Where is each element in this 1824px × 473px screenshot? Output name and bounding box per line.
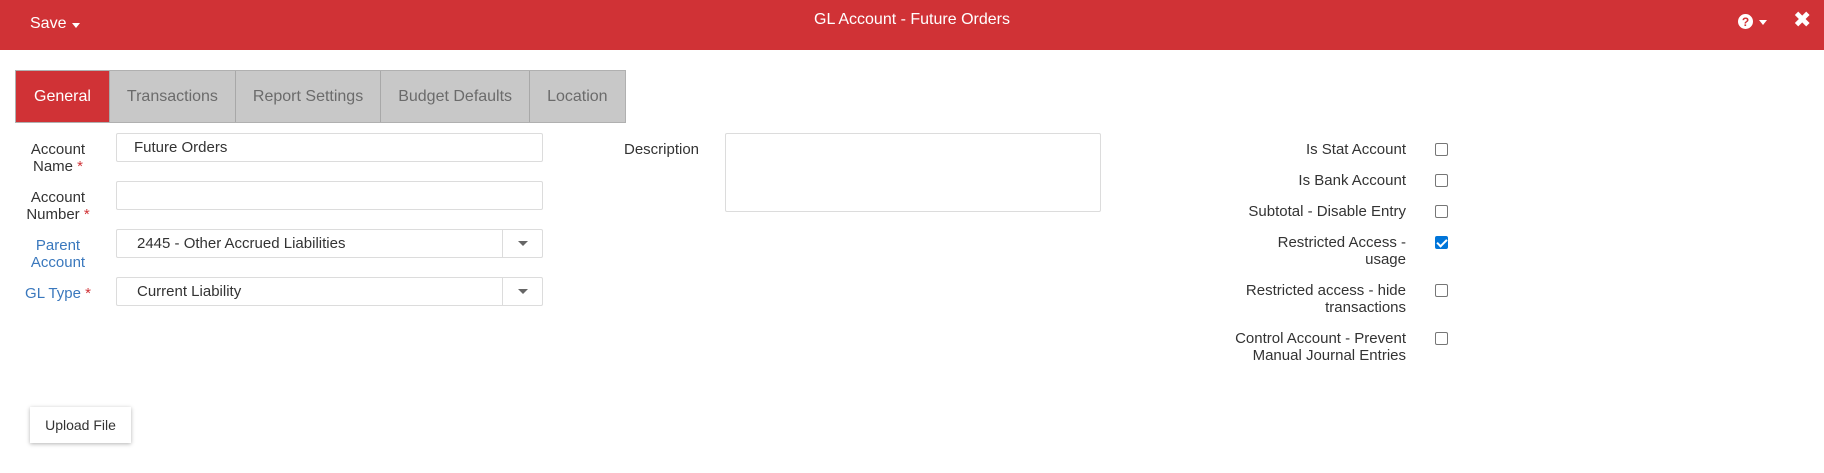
tab-transactions[interactable]: Transactions [109, 71, 236, 122]
parent-account-value: 2445 - Other Accrued Liabilities [137, 235, 346, 252]
checkbox-label-line1: Is Bank Account [1298, 172, 1406, 189]
parent-account-label[interactable]: Parent Account [20, 237, 96, 271]
account-number-input[interactable] [116, 181, 543, 210]
required-mark: * [77, 158, 84, 175]
is-stat-account-label: Is Stat Account [1306, 141, 1406, 158]
control-account-label: Control Account - Prevent Manual Journal… [1235, 330, 1406, 364]
gl-type-value: Current Liability [137, 283, 242, 300]
checkbox-label-line1: Restricted access - hide [1245, 282, 1406, 299]
checkbox-label-line1: Subtotal - Disable Entry [1248, 203, 1406, 220]
checkbox-label-line2: usage [1365, 251, 1406, 268]
checkbox-label-line2: Manual Journal Entries [1252, 347, 1406, 364]
required-mark: * [85, 285, 91, 302]
window-title: GL Account - Future Orders [814, 11, 1010, 28]
help-menu-button[interactable]: ? [1738, 14, 1767, 29]
subtotal-disable-entry-label: Subtotal - Disable Entry [1248, 203, 1406, 220]
is-stat-account-checkbox[interactable] [1435, 143, 1448, 156]
checkbox-label-line1: Is Stat Account [1305, 141, 1406, 158]
account-number-label-line2: Number [26, 206, 80, 223]
gl-type-label-text: GL Type [25, 285, 81, 302]
gl-type-label[interactable]: GL Type * [20, 285, 96, 302]
required-mark: * [83, 206, 90, 223]
chevron-down-icon [517, 289, 528, 294]
tab-general[interactable]: General [16, 71, 110, 122]
description-textarea[interactable] [725, 133, 1101, 212]
dropdown-toggle[interactable] [502, 230, 542, 257]
tab-report-settings[interactable]: Report Settings [235, 71, 382, 122]
restricted-access-usage-checkbox[interactable] [1435, 236, 1448, 249]
chevron-down-icon [517, 241, 528, 246]
dropdown-toggle[interactable] [502, 278, 542, 305]
parent-account-label-line1: Parent [35, 237, 81, 254]
account-name-label-line1: Account [30, 141, 86, 158]
is-bank-account-label: Is Bank Account [1298, 172, 1406, 189]
account-name-input[interactable] [116, 133, 543, 162]
tab-budget-defaults[interactable]: Budget Defaults [381, 71, 531, 122]
parent-account-select[interactable]: 2445 - Other Accrued Liabilities [116, 229, 543, 258]
checkbox-label-line2: transactions [1325, 299, 1406, 316]
checkbox-label-line1: Control Account - Prevent [1235, 330, 1406, 347]
restricted-access-usage-label: Restricted Access - usage [1278, 234, 1406, 268]
account-name-label-line2: Name [32, 158, 73, 175]
description-label: Description [624, 141, 700, 158]
question-circle-icon: ? [1738, 14, 1753, 29]
gl-type-select[interactable]: Current Liability [116, 277, 543, 306]
restricted-access-hide-transactions-checkbox[interactable] [1435, 284, 1448, 297]
parent-account-label-line2: Account [30, 254, 86, 271]
restricted-access-hide-transactions-label: Restricted access - hide transactions [1246, 282, 1406, 316]
close-icon[interactable]: ✖ [1793, 9, 1811, 31]
tab-bar: General Transactions Report Settings Bud… [15, 70, 626, 123]
app-header: Save GL Account - Future Orders ? ✖ [0, 0, 1824, 50]
caret-down-icon [1759, 20, 1767, 25]
tab-location[interactable]: Location [530, 71, 625, 122]
is-bank-account-checkbox[interactable] [1435, 174, 1448, 187]
subtotal-disable-entry-checkbox[interactable] [1435, 205, 1448, 218]
upload-file-button[interactable]: Upload File [30, 407, 131, 443]
account-name-label: Account Name * [20, 141, 96, 175]
account-number-label: Account Number * [20, 189, 96, 223]
control-account-checkbox[interactable] [1435, 332, 1448, 345]
checkbox-label-line1: Restricted Access - [1277, 234, 1406, 251]
account-number-label-line1: Account [30, 189, 86, 206]
